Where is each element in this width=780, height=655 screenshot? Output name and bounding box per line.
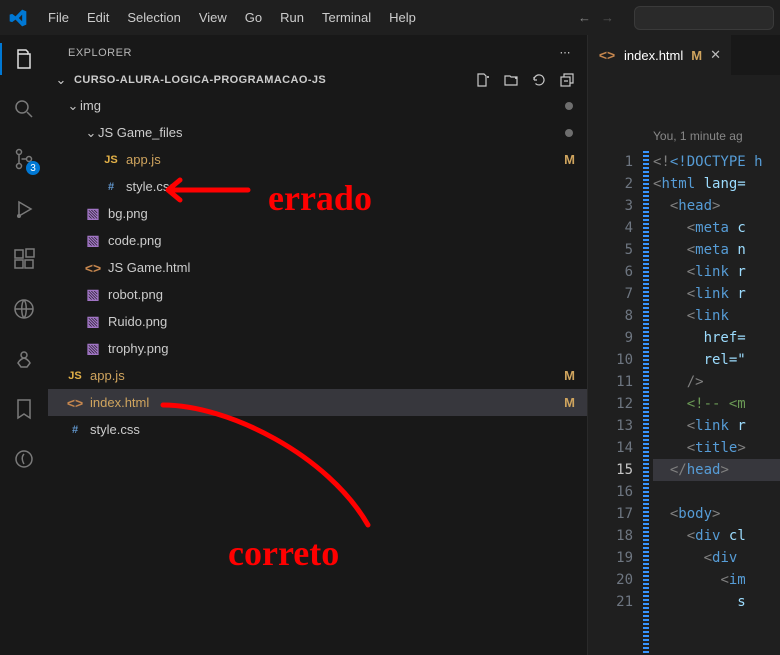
menu-bar: File Edit Selection View Go Run Terminal… bbox=[0, 0, 780, 35]
file-tree: ⌄img ⌄JS Game_files JSapp.jsM #style.css… bbox=[48, 92, 587, 655]
file-app-js-nested[interactable]: JSapp.jsM bbox=[48, 146, 587, 173]
project-name: CURSO-ALURA-LOGICA-PROGRAMACAO-JS bbox=[74, 74, 326, 86]
activity-bar: 3 bbox=[0, 35, 48, 655]
activity-debug-icon[interactable] bbox=[10, 195, 38, 223]
html-file-icon: <> bbox=[598, 46, 616, 64]
nav-forward-icon[interactable]: → bbox=[601, 10, 614, 25]
file-trophy-png[interactable]: ▧trophy.png bbox=[48, 335, 587, 362]
folder-js-game-files[interactable]: ⌄JS Game_files bbox=[48, 119, 587, 146]
folder-img[interactable]: ⌄img bbox=[48, 92, 587, 119]
chevron-down-icon: ⌄ bbox=[66, 98, 80, 114]
refresh-icon[interactable] bbox=[531, 72, 547, 88]
git-modified-indicator: M bbox=[564, 152, 575, 167]
activity-liveshare-icon[interactable] bbox=[10, 345, 38, 373]
file-ruido-png[interactable]: ▧Ruido.png bbox=[48, 308, 587, 335]
file-js-game-html[interactable]: <>JS Game.html bbox=[48, 254, 587, 281]
activity-extensions-icon[interactable] bbox=[10, 245, 38, 273]
menu-go[interactable]: Go bbox=[237, 6, 270, 29]
git-gutter bbox=[643, 151, 649, 655]
chevron-down-icon: ⌄ bbox=[84, 125, 98, 141]
activity-search-icon[interactable] bbox=[10, 95, 38, 123]
css-file-icon: # bbox=[102, 178, 120, 196]
close-icon[interactable]: ✕ bbox=[710, 47, 721, 63]
project-header[interactable]: ⌄ CURSO-ALURA-LOGICA-PROGRAMACAO-JS bbox=[48, 70, 587, 92]
file-code-png[interactable]: ▧code.png bbox=[48, 227, 587, 254]
new-file-icon[interactable] bbox=[475, 72, 491, 88]
file-bg-png[interactable]: ▧bg.png bbox=[48, 200, 587, 227]
editor-body[interactable]: 123456789101112131415161718192021 You, 1… bbox=[588, 75, 780, 655]
new-folder-icon[interactable] bbox=[503, 72, 519, 88]
codelens-author: You, 1 minute ag bbox=[653, 75, 780, 151]
scm-badge: 3 bbox=[26, 161, 40, 175]
image-file-icon: ▧ bbox=[84, 313, 102, 331]
tab-label: index.html bbox=[624, 48, 683, 63]
git-modified-indicator: M bbox=[564, 395, 575, 410]
vscode-logo-icon bbox=[6, 6, 30, 30]
menu-run[interactable]: Run bbox=[272, 6, 312, 29]
code-area[interactable]: You, 1 minute ag<!<!DOCTYPE h <html lang… bbox=[653, 75, 780, 655]
menu-selection[interactable]: Selection bbox=[119, 6, 188, 29]
activity-remote-icon[interactable] bbox=[10, 295, 38, 323]
image-file-icon: ▧ bbox=[84, 205, 102, 223]
editor-tabs: <> index.html M ✕ bbox=[588, 35, 780, 75]
image-file-icon: ▧ bbox=[84, 286, 102, 304]
explorer-title: EXPLORER bbox=[68, 47, 132, 59]
git-modified-indicator: M bbox=[564, 368, 575, 383]
html-file-icon: <> bbox=[66, 394, 84, 412]
explorer-panel: EXPLORER ⋯ ⌄ CURSO-ALURA-LOGICA-PROGRAMA… bbox=[48, 35, 588, 655]
image-file-icon: ▧ bbox=[84, 340, 102, 358]
file-style-css-root[interactable]: #style.css bbox=[48, 416, 587, 443]
git-modified-indicator: M bbox=[691, 48, 702, 63]
chevron-down-icon: ⌄ bbox=[54, 72, 68, 88]
js-file-icon: JS bbox=[102, 151, 120, 169]
explorer-more-icon[interactable]: ⋯ bbox=[560, 46, 572, 59]
file-index-html[interactable]: <>index.htmlM bbox=[48, 389, 587, 416]
css-file-icon: # bbox=[66, 421, 84, 439]
file-robot-png[interactable]: ▧robot.png bbox=[48, 281, 587, 308]
file-style-css-nested[interactable]: #style.css bbox=[48, 173, 587, 200]
command-center-input[interactable] bbox=[634, 6, 774, 30]
js-file-icon: JS bbox=[66, 367, 84, 385]
activity-bookmark-icon[interactable] bbox=[10, 395, 38, 423]
nav-back-icon[interactable]: ← bbox=[578, 10, 591, 25]
line-numbers: 123456789101112131415161718192021 bbox=[588, 75, 643, 655]
activity-explorer-icon[interactable] bbox=[10, 45, 38, 73]
html-file-icon: <> bbox=[84, 259, 102, 277]
menu-view[interactable]: View bbox=[191, 6, 235, 29]
git-dirty-indicator bbox=[565, 102, 573, 110]
collapse-all-icon[interactable] bbox=[559, 72, 575, 88]
menu-help[interactable]: Help bbox=[381, 6, 424, 29]
editor-group: <> index.html M ✕ 1234567891011121314151… bbox=[588, 35, 780, 655]
git-dirty-indicator bbox=[565, 129, 573, 137]
menu-file[interactable]: File bbox=[40, 6, 77, 29]
file-app-js-root[interactable]: JSapp.jsM bbox=[48, 362, 587, 389]
activity-gitlens-icon[interactable] bbox=[10, 445, 38, 473]
tab-index-html[interactable]: <> index.html M ✕ bbox=[588, 35, 732, 75]
menu-terminal[interactable]: Terminal bbox=[314, 6, 379, 29]
menu-edit[interactable]: Edit bbox=[79, 6, 117, 29]
activity-scm-icon[interactable]: 3 bbox=[10, 145, 38, 173]
image-file-icon: ▧ bbox=[84, 232, 102, 250]
